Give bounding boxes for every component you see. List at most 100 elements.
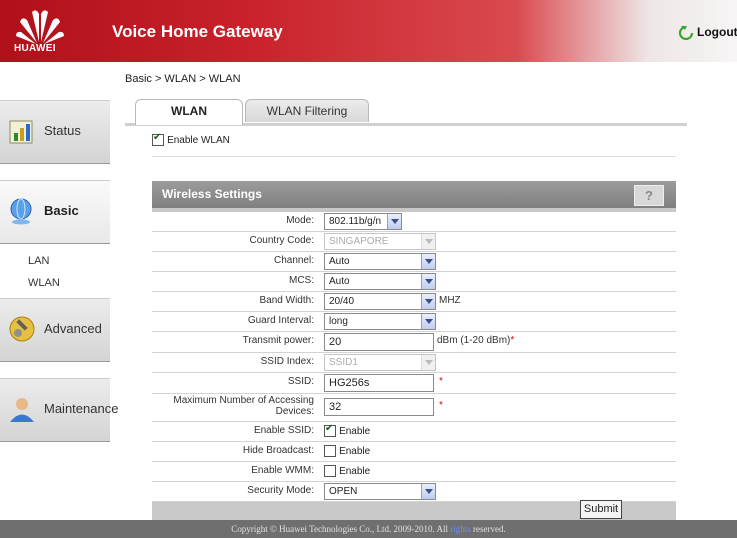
max-devices-row: Maximum Number of Accessing Devices: 32 …	[152, 394, 676, 422]
chevron-down-icon	[421, 314, 435, 329]
tools-icon	[9, 316, 35, 342]
enable-ssid-row: Enable SSID: Enable	[152, 422, 676, 442]
breadcrumb: Basic > WLAN > WLAN	[125, 73, 241, 85]
enable-wlan-row: Enable WLAN	[152, 132, 676, 157]
chevron-down-icon	[421, 484, 435, 499]
txpower-unit: dBm (1-20 dBm)*	[437, 335, 514, 346]
chevron-down-icon	[421, 294, 435, 309]
chevron-down-icon	[421, 254, 435, 269]
top-header: HUAWEI Voice Home Gateway Logout	[0, 0, 737, 62]
chevron-down-icon	[421, 355, 435, 370]
ssid-index-value: SSID1	[329, 357, 358, 368]
ssid-index-row: SSID Index: SSID1	[152, 353, 676, 373]
ssid-label: SSID:	[287, 376, 314, 387]
channel-row: Channel: Auto	[152, 252, 676, 272]
sidebar-item-basic[interactable]: Basic	[0, 180, 110, 244]
max-devices-label: Maximum Number of Accessing Devices:	[173, 395, 314, 417]
globe-icon	[10, 198, 32, 225]
logout-label: Logout	[697, 25, 737, 39]
user-icon	[10, 398, 34, 422]
ssid-input[interactable]: HG256s	[324, 374, 434, 392]
enable-wlan-checkbox[interactable]	[152, 132, 164, 147]
ssid-index-label: SSID Index:	[260, 356, 314, 367]
enable-ssid-label: Enable SSID:	[253, 425, 314, 436]
enable-wmm-label: Enable WMM:	[251, 465, 314, 476]
mode-select[interactable]: 802.11b/g/n	[324, 213, 402, 230]
security-select[interactable]: OPEN	[324, 483, 436, 500]
bandwidth-unit: MHZ	[439, 295, 461, 306]
sidebar-item-status[interactable]: Status	[0, 100, 110, 164]
enable-wlan-label: Enable WLAN	[167, 135, 230, 146]
hide-broadcast-checkbox[interactable]	[324, 445, 336, 458]
mode-row: Mode: 802.11b/g/n	[152, 212, 676, 232]
mcs-row: MCS: Auto	[152, 272, 676, 292]
help-button[interactable]: ?	[634, 185, 664, 206]
txpower-row: Transmit power: 20 dBm (1-20 dBm)*	[152, 332, 676, 353]
mode-label: Mode:	[286, 215, 314, 226]
sidebar-item-maintenance[interactable]: Maintenance	[0, 378, 118, 442]
sidebar-subitem-wlan[interactable]: WLAN	[28, 277, 60, 289]
chart-icon	[9, 120, 33, 144]
bandwidth-select[interactable]: 20/40	[324, 293, 436, 310]
country-select[interactable]: SINGAPORE	[324, 233, 436, 250]
footer-rights-link[interactable]: rights	[450, 524, 471, 534]
txpower-input[interactable]: 20	[324, 333, 434, 351]
hide-broadcast-option: Enable	[339, 446, 371, 457]
hide-broadcast-row: Hide Broadcast: Enable	[152, 442, 676, 462]
required-mark: *	[439, 400, 443, 411]
ssid-row: SSID: HG256s *	[152, 373, 676, 394]
txpower-label: Transmit power:	[242, 335, 314, 346]
mode-value: 802.11b/g/n	[329, 216, 382, 227]
brand-name: HUAWEI	[14, 43, 56, 54]
hide-broadcast-label: Hide Broadcast:	[242, 445, 314, 456]
enable-ssid-option: Enable	[339, 426, 371, 437]
logout-icon	[678, 25, 694, 41]
tab-wlan[interactable]: WLAN	[135, 99, 243, 125]
chevron-down-icon	[421, 234, 435, 249]
security-row: Security Mode: OPEN	[152, 482, 676, 502]
max-devices-input[interactable]: 32	[324, 398, 434, 416]
guard-value: long	[329, 316, 348, 327]
mcs-select[interactable]: Auto	[324, 273, 436, 290]
country-row: Country Code: SINGAPORE	[152, 232, 676, 252]
channel-label: Channel:	[273, 255, 314, 266]
sidebar-item-label: Status	[44, 123, 81, 138]
country-value: SINGAPORE	[329, 236, 389, 247]
bandwidth-label: Band Width:	[259, 295, 314, 306]
panel-header: Wireless Settings ?	[152, 181, 676, 208]
tab-bar: WLAN WLAN Filtering	[125, 99, 687, 126]
guard-label: Guard Interval:	[247, 315, 314, 326]
enable-ssid-checkbox[interactable]	[324, 423, 336, 438]
chevron-down-icon	[421, 274, 435, 289]
sidebar: Status Basic LAN WLAN Advanced Maintenan…	[0, 62, 118, 520]
footer-text: Copyright © Huawei Technologies Co., Ltd…	[231, 524, 449, 534]
tab-wlan-filtering[interactable]: WLAN Filtering	[245, 99, 369, 122]
security-label: Security Mode:	[247, 485, 314, 496]
wireless-settings-panel: Wireless Settings ? Mode: 802.11b/g/n Co…	[152, 181, 676, 521]
required-mark: *	[439, 376, 443, 387]
txpower-unit-text: dBm (1-20 dBm)	[437, 335, 511, 346]
country-label: Country Code:	[249, 235, 314, 246]
enable-wmm-option: Enable	[339, 466, 371, 477]
footer-text-end: reserved.	[473, 524, 506, 534]
sidebar-item-label: Basic	[44, 203, 79, 218]
enable-wmm-checkbox[interactable]	[324, 465, 336, 478]
sidebar-subitem-lan[interactable]: LAN	[28, 255, 49, 267]
security-value: OPEN	[329, 486, 358, 497]
chevron-down-icon	[387, 214, 401, 229]
ssid-index-select[interactable]: SSID1	[324, 354, 436, 371]
mcs-label: MCS:	[289, 275, 314, 286]
submit-button[interactable]: Submit	[580, 500, 622, 519]
channel-select[interactable]: Auto	[324, 253, 436, 270]
guard-select[interactable]: long	[324, 313, 436, 330]
mcs-value: Auto	[329, 276, 350, 287]
guard-row: Guard Interval: long	[152, 312, 676, 332]
sidebar-item-label: Maintenance	[44, 401, 119, 416]
channel-value: Auto	[329, 256, 350, 267]
bandwidth-row: Band Width: 20/40 MHZ	[152, 292, 676, 312]
page-app-title: Voice Home Gateway	[112, 22, 283, 41]
enable-wmm-row: Enable WMM: Enable	[152, 462, 676, 482]
footer: Copyright © Huawei Technologies Co., Ltd…	[0, 520, 737, 538]
bandwidth-value: 20/40	[329, 296, 355, 307]
sidebar-item-advanced[interactable]: Advanced	[0, 298, 110, 362]
